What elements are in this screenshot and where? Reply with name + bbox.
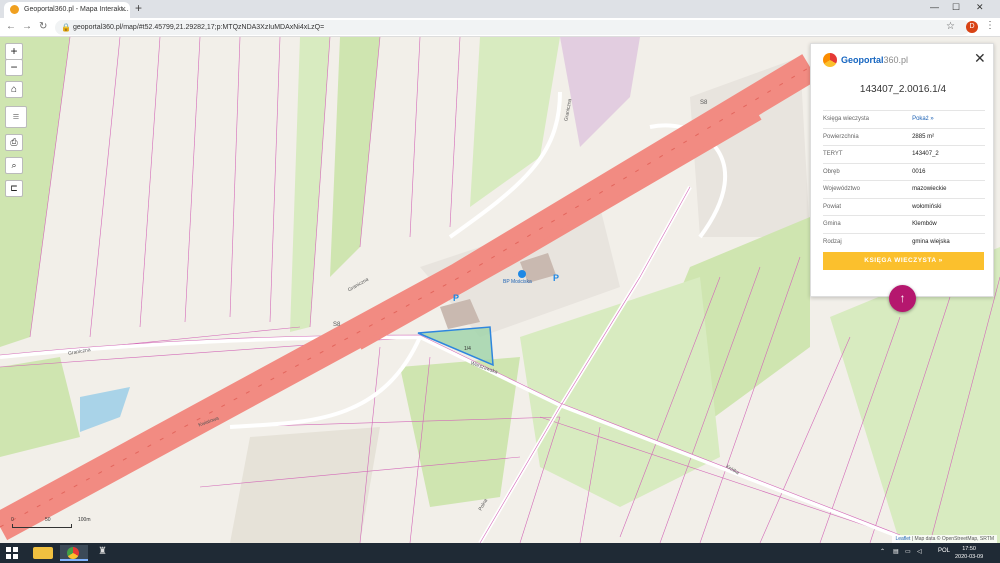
battery-icon[interactable]: ▭ bbox=[905, 548, 911, 555]
parking-label: P bbox=[553, 273, 560, 283]
farmland-area bbox=[290, 37, 330, 332]
table-row: Powierzchnia 2885 m² bbox=[823, 127, 985, 146]
profile-avatar[interactable]: D bbox=[966, 21, 978, 33]
commercial-area bbox=[560, 37, 640, 147]
forward-icon[interactable]: → bbox=[22, 21, 32, 32]
table-row: Księga wieczysta Pokaż » bbox=[823, 110, 985, 128]
row-label: Obręb bbox=[823, 162, 913, 181]
row-label: TERYT bbox=[823, 145, 913, 163]
file-explorer-icon[interactable] bbox=[33, 547, 53, 559]
reload-icon[interactable]: ↻ bbox=[39, 21, 47, 32]
table-row: Powiat wołomiński bbox=[823, 197, 985, 216]
table-row: Obręb 0016 bbox=[823, 162, 985, 181]
row-value: 143407_2 bbox=[912, 145, 985, 163]
clock-time: 17:50 bbox=[962, 546, 976, 552]
farmland-area bbox=[470, 37, 560, 207]
brand-name-main: Geoportal bbox=[841, 55, 884, 65]
address-bar-row: ← → ↻ 🔒 geoportal360.pl/map/#t52.45799,2… bbox=[0, 18, 1000, 37]
zoom-out-button[interactable]: − bbox=[5, 59, 23, 76]
print-icon[interactable]: ⎙ bbox=[5, 134, 23, 151]
menu-kebab-icon[interactable]: ⋮ bbox=[985, 20, 995, 31]
layers-icon[interactable]: ≡ bbox=[5, 106, 27, 128]
row-label: Rodzaj bbox=[823, 232, 913, 251]
chrome-taskbar-button[interactable] bbox=[60, 545, 88, 561]
volume-icon[interactable]: ◁ bbox=[917, 548, 922, 555]
leaflet-link[interactable]: Leaflet bbox=[895, 536, 910, 542]
favicon-icon bbox=[10, 5, 19, 14]
network-icon[interactable]: ▤ bbox=[893, 548, 899, 555]
browser-tab-bar: Geoportal360.pl - Mapa Interakt... × + —… bbox=[0, 0, 1000, 18]
home-icon[interactable]: ⌂ bbox=[5, 81, 23, 98]
map-attribution: Leaflet | Map data © OpenStreetMap, SRTM bbox=[892, 535, 997, 543]
row-label: Księga wieczysta bbox=[823, 110, 913, 128]
tray-chevron-icon[interactable]: ⌃ bbox=[880, 548, 885, 555]
row-value: gmina wiejska bbox=[912, 232, 985, 251]
geoportal-logo-icon bbox=[823, 53, 837, 67]
row-label: Gmina bbox=[823, 215, 913, 233]
back-icon[interactable]: ← bbox=[6, 21, 16, 32]
brand-name: Geoportal360.pl bbox=[841, 55, 908, 65]
land-register-button[interactable]: KSIĘGA WIECZYSTA » bbox=[823, 252, 984, 270]
row-value: Klembów bbox=[912, 215, 985, 233]
new-tab-button[interactable]: + bbox=[135, 1, 142, 15]
road-label: S8 bbox=[700, 100, 708, 106]
url-input[interactable]: 🔒 geoportal360.pl/map/#t52.45799,21.2928… bbox=[55, 20, 970, 35]
row-value: mazowieckie bbox=[912, 180, 985, 198]
row-value: 0016 bbox=[912, 162, 985, 181]
row-value: 2885 m² bbox=[912, 127, 985, 146]
chrome-icon bbox=[67, 547, 79, 559]
measure-icon[interactable]: ⊏ bbox=[5, 180, 23, 197]
parcel-id-title: 143407_2.0016.1/4 bbox=[859, 84, 947, 95]
row-value: wołomiński bbox=[912, 197, 985, 216]
farmland-area bbox=[330, 37, 380, 277]
fuel-station-icon bbox=[518, 270, 526, 278]
table-row: Gmina Klembów bbox=[823, 215, 985, 233]
browser-tab[interactable]: Geoportal360.pl - Mapa Interakt... × bbox=[4, 2, 130, 18]
scroll-up-icon[interactable]: ↑ bbox=[889, 285, 916, 312]
scale-bar bbox=[12, 524, 72, 528]
maximize-icon[interactable]: ☐ bbox=[952, 2, 960, 13]
farmland-area bbox=[400, 357, 520, 507]
parcel-info-panel: Geoportal360.pl ✕ 143407_2.0016.1/4 Księ… bbox=[810, 43, 994, 297]
station-label: BP Mościska bbox=[503, 279, 532, 285]
scale-label: 0 bbox=[11, 517, 14, 523]
parcel-number-label: 1/4 bbox=[464, 346, 471, 352]
parcel-attributes-table: Księga wieczysta Pokaż » Powierzchnia 2885… bbox=[823, 110, 985, 251]
window-close-icon[interactable]: ✕ bbox=[976, 2, 984, 13]
row-label: Powierzchnia bbox=[823, 127, 913, 146]
clock-date: 2020-03-09 bbox=[955, 554, 984, 560]
selected-parcel bbox=[417, 326, 494, 367]
attribution-text: | Map data © OpenStreetMap, SRTM bbox=[911, 536, 994, 542]
tab-title: Geoportal360.pl - Mapa Interakt... bbox=[24, 6, 129, 13]
field-area bbox=[230, 427, 380, 543]
row-label: Województwo bbox=[823, 180, 913, 198]
bookmark-star-icon[interactable]: ☆ bbox=[946, 21, 955, 32]
minimize-icon[interactable]: — bbox=[930, 2, 939, 12]
taskbar-clock[interactable]: 17:50 2020-03-09 bbox=[955, 545, 983, 561]
start-icon[interactable] bbox=[6, 547, 18, 559]
scale-label: 50 bbox=[45, 517, 51, 523]
table-row: Województwo mazowieckie bbox=[823, 180, 985, 198]
windows-taskbar: ♜ ⌃ ▤ ▭ ◁ POL 17:50 2020-03-09 bbox=[0, 543, 1000, 563]
url-text: geoportal360.pl/map/#t52.45799,21.29282,… bbox=[73, 24, 325, 31]
search-icon[interactable]: ⌕ bbox=[5, 157, 23, 174]
lock-icon: 🔒 bbox=[61, 23, 71, 32]
kw-show-link[interactable]: Pokaż » bbox=[912, 110, 985, 128]
table-row: Rodzaj gmina wiejska bbox=[823, 232, 985, 251]
row-label: Powiat bbox=[823, 197, 913, 216]
table-row: TERYT 143407_2 bbox=[823, 145, 985, 163]
brand-name-suffix: 360.pl bbox=[883, 55, 909, 65]
language-indicator[interactable]: POL bbox=[938, 548, 950, 554]
parking-label: P bbox=[453, 293, 460, 303]
app-icon[interactable]: ♜ bbox=[98, 546, 107, 562]
road-label: S8 bbox=[333, 322, 341, 328]
zoom-in-button[interactable]: + bbox=[5, 43, 23, 60]
close-panel-icon[interactable]: ✕ bbox=[974, 50, 986, 67]
pond-area bbox=[80, 387, 130, 432]
farmland-area bbox=[0, 357, 80, 457]
scale-label: 100m bbox=[78, 517, 91, 523]
tab-close-icon[interactable]: × bbox=[121, 4, 126, 14]
